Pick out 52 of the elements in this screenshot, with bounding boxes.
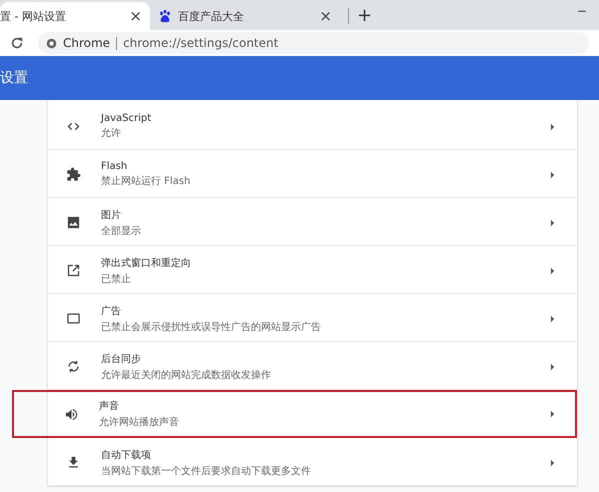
minimize-button[interactable]: − — [576, 4, 587, 18]
setting-title: Flash — [101, 161, 128, 172]
arrow-right-icon — [550, 458, 555, 466]
arrow-right-icon — [550, 362, 555, 370]
settings-row[interactable]: JavaScript 允许 — [48, 102, 577, 150]
paw-icon — [158, 9, 172, 23]
arrow-right-icon — [550, 266, 555, 274]
browser-tab[interactable]: 百度产品大全 × — [150, 2, 340, 30]
tab-title: 百度产品大全 — [178, 8, 245, 24]
settings-row[interactable]: 自动下载项 当网站下载第一个文件后要求自动下载更多文件 — [48, 438, 577, 486]
setting-description: 允许网站播放声音 — [99, 416, 179, 429]
setting-description: 禁止网站运行 Flash — [101, 174, 190, 188]
arrow-right-icon — [550, 218, 555, 226]
arrow-right-icon — [550, 122, 555, 130]
settings-row[interactable]: 图片 全部显示 — [48, 198, 577, 246]
settings-row[interactable]: 广告 已禁止会展示侵扰性或误导性广告的网站显示广告 — [48, 294, 577, 342]
settings-row[interactable]: Flash 禁止网站运行 Flash — [48, 150, 577, 198]
arrow-right-icon — [550, 410, 555, 418]
settings-row[interactable]: 弹出式窗口和重定向 已禁止 — [48, 246, 577, 294]
browser-tab[interactable]: 置 - 网站设置 × — [0, 2, 150, 30]
setting-title: JavaScript — [101, 113, 152, 124]
page-title: 设置 — [0, 69, 28, 87]
setting-title: 自动下载项 — [101, 448, 151, 462]
setting-description: 已禁止会展示侵扰性或误导性广告的网站显示广告 — [101, 320, 321, 334]
setting-title: 广告 — [101, 304, 121, 318]
setting-description: 全部显示 — [101, 224, 141, 238]
close-button[interactable]: × — [129, 7, 142, 25]
address-field[interactable]: Chrome chrome://settings/content — [38, 32, 589, 54]
external-link-icon — [66, 263, 81, 278]
download-icon — [66, 455, 81, 470]
arrow-right-icon — [550, 314, 555, 322]
window-icon — [66, 311, 81, 326]
reload-icon[interactable] — [10, 36, 24, 50]
setting-title: 后台同步 — [101, 352, 141, 366]
new-tab-button[interactable]: + — [357, 2, 372, 30]
chrome-logo-icon — [46, 38, 57, 48]
settings-row[interactable]: 声音 允许网站播放声音 — [12, 390, 577, 438]
setting-title: 弹出式窗口和重定向 — [101, 256, 191, 270]
tab-title: 置 - 网站设置 — [0, 8, 67, 24]
sync-icon — [66, 359, 81, 374]
setting-title: 图片 — [101, 208, 121, 222]
setting-description: 已禁止 — [101, 272, 131, 286]
setting-title: 声音 — [99, 400, 119, 413]
puzzle-icon — [66, 167, 81, 182]
close-button[interactable]: × — [319, 7, 332, 25]
settings-row[interactable]: 后台同步 允许最近关闭的网站完成数据收发操作 — [48, 342, 577, 390]
speaker-icon — [64, 406, 79, 422]
setting-description: 当网站下载第一个文件后要求自动下载更多文件 — [101, 464, 311, 478]
setting-description: 允许最近关闭的网站完成数据收发操作 — [101, 368, 271, 382]
arrow-right-icon — [550, 170, 555, 178]
setting-description: 允许 — [101, 126, 121, 140]
image-icon — [66, 215, 81, 230]
